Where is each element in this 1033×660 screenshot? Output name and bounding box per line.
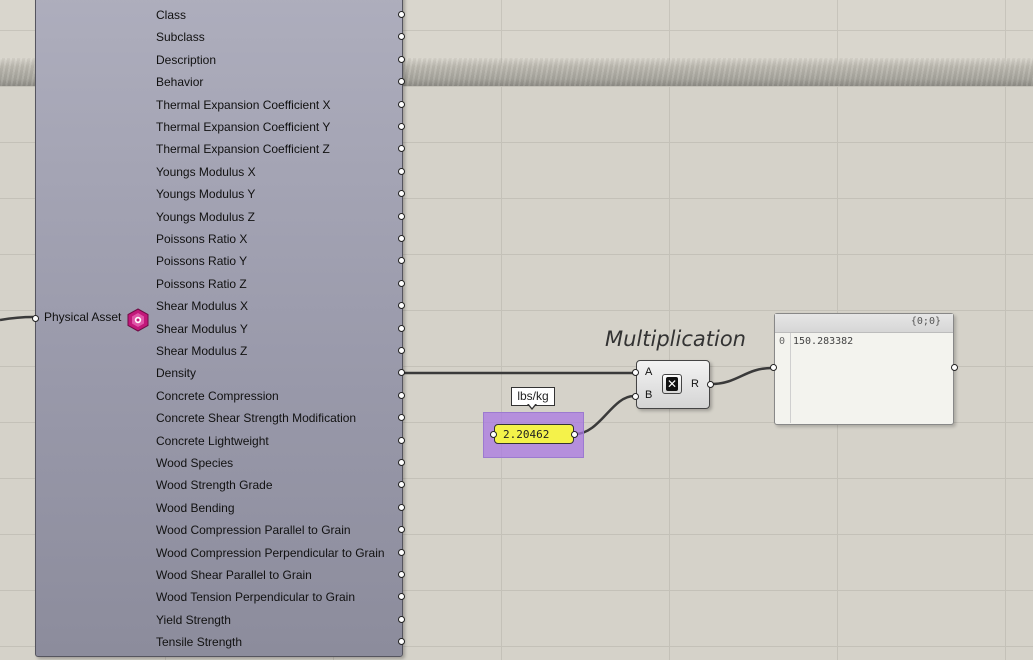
output-grip[interactable] bbox=[398, 391, 405, 399]
output-param: Shear Modulus Z bbox=[156, 344, 248, 358]
output-grip[interactable] bbox=[398, 11, 405, 18]
output-param: Wood Compression Perpendicular to Grain bbox=[156, 545, 385, 560]
output-param: Poissons Ratio Z bbox=[156, 276, 247, 291]
output-param: Class bbox=[156, 8, 187, 22]
multiply-icon: ✕ bbox=[662, 374, 682, 394]
output-grip[interactable] bbox=[398, 167, 405, 175]
output-param: Youngs Modulus X bbox=[156, 164, 256, 179]
number-group[interactable]: 2.20462 bbox=[483, 412, 584, 458]
output-r-grip[interactable] bbox=[707, 381, 714, 388]
output-param: Subclass bbox=[156, 30, 205, 45]
output-param: Description bbox=[156, 52, 217, 67]
input-a-grip[interactable] bbox=[632, 369, 639, 376]
output-param: Wood Tension Perpendicular to Grain bbox=[156, 590, 356, 605]
output-param: Yield Strength bbox=[156, 612, 231, 627]
output-param: Thermal Expansion Coefficient Y bbox=[156, 120, 331, 134]
output-param: Thermal Expansion Coefficient Z bbox=[156, 142, 330, 157]
output-param: Thermal Expansion Coefficient X bbox=[156, 97, 331, 112]
output-grip[interactable] bbox=[398, 235, 405, 242]
output-param: Poissons Ratio Y bbox=[156, 254, 248, 269]
output-grip[interactable] bbox=[398, 123, 405, 130]
panel-input-grip[interactable] bbox=[770, 364, 777, 371]
multiplication-title: Multiplication bbox=[605, 327, 746, 351]
output-param: Concrete Lightweight bbox=[156, 433, 269, 448]
number-input-grip[interactable] bbox=[490, 431, 497, 438]
output-param: Wood Compression Parallel to Grain bbox=[156, 523, 351, 538]
panel-output-grip[interactable] bbox=[951, 364, 958, 371]
panel-header: {0;0} bbox=[775, 314, 953, 333]
output-param: Density bbox=[156, 366, 197, 381]
output-grip[interactable] bbox=[398, 503, 405, 511]
output-grip[interactable] bbox=[398, 100, 405, 108]
output-param: Youngs Modulus Z bbox=[156, 209, 255, 224]
panel-index: 0 bbox=[779, 336, 786, 347]
input-b-label: B bbox=[645, 389, 653, 401]
hexagon-asset-icon bbox=[127, 308, 149, 332]
physical-asset-component[interactable]: Physical Asset Class Subclass Description B… bbox=[32, 0, 405, 657]
wire-r-to-panel[interactable] bbox=[710, 366, 773, 386]
output-param: Concrete Shear Strength Modification bbox=[156, 411, 357, 426]
output-param: Youngs Modulus Y bbox=[156, 187, 256, 202]
output-param: Shear Modulus Y bbox=[156, 321, 248, 336]
number-output-grip[interactable] bbox=[571, 431, 578, 438]
output-param: Behavior bbox=[156, 75, 204, 90]
number-input[interactable]: 2.20462 bbox=[494, 424, 574, 444]
panel-path: {0;0} bbox=[910, 316, 941, 327]
output-grip[interactable] bbox=[398, 212, 405, 220]
input-label-physical-asset: Physical Asset bbox=[44, 310, 122, 324]
output-param: Tensile Strength bbox=[156, 635, 243, 650]
output-r-label: R bbox=[691, 378, 699, 390]
output-param: Poissons Ratio X bbox=[156, 232, 248, 246]
output-grip[interactable] bbox=[398, 615, 405, 623]
output-param: Concrete Compression bbox=[156, 388, 279, 403]
output-param: Wood Shear Parallel to Grain bbox=[156, 568, 312, 582]
input-grip[interactable] bbox=[32, 315, 39, 322]
input-b-grip[interactable] bbox=[632, 393, 639, 400]
output-grip[interactable] bbox=[398, 279, 405, 287]
multiplication-component[interactable]: A B R ✕ bbox=[632, 360, 714, 409]
output-grip[interactable] bbox=[398, 459, 405, 466]
output-grip[interactable] bbox=[398, 347, 405, 354]
wire-physical-asset-input[interactable] bbox=[0, 315, 34, 322]
tooltip-tail-inner bbox=[528, 403, 536, 408]
output-grip[interactable] bbox=[398, 571, 405, 578]
output-param: Wood Species bbox=[156, 456, 234, 470]
output-grip[interactable] bbox=[398, 324, 405, 332]
panel-value: 150.283382 bbox=[793, 336, 854, 347]
output-grip[interactable] bbox=[398, 548, 405, 556]
output-grip[interactable] bbox=[398, 436, 405, 444]
panel-margin bbox=[790, 333, 791, 423]
output-panel[interactable]: {0;0} 0 150.283382 bbox=[770, 313, 958, 425]
output-grip[interactable] bbox=[398, 55, 405, 63]
output-param: Shear Modulus X bbox=[156, 299, 249, 314]
output-param: Wood Bending bbox=[156, 500, 235, 515]
output-param: Wood Strength Grade bbox=[156, 478, 273, 493]
input-a-label: A bbox=[645, 366, 653, 378]
